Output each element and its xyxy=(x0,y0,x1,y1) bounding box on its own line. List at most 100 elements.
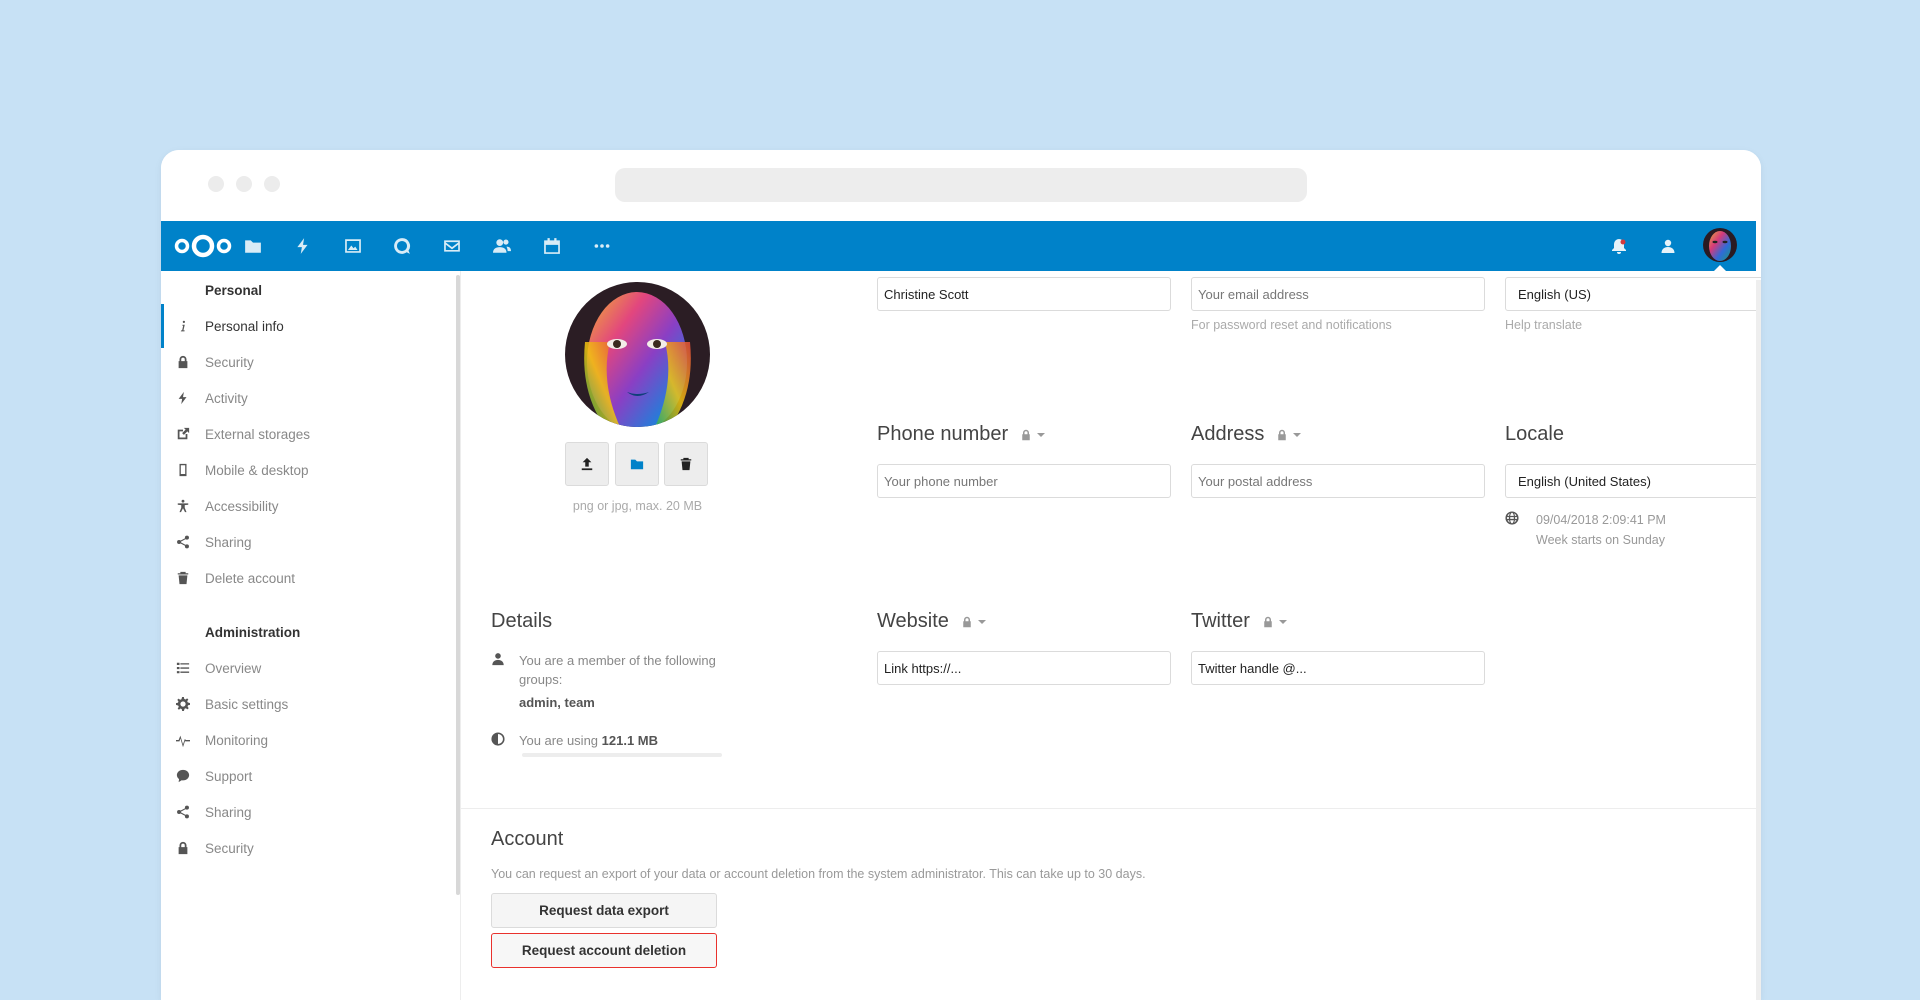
lock-icon xyxy=(1278,429,1287,440)
user-avatar[interactable] xyxy=(1703,228,1737,262)
sidebar-heading-personal: Personal xyxy=(205,283,263,298)
locale-info: 09/04/2018 2:09:41 PM Week starts on Sun… xyxy=(1505,510,1666,550)
globe-icon xyxy=(1505,511,1519,525)
window-maximize-dot[interactable] xyxy=(264,176,280,192)
contacts-icon[interactable] xyxy=(490,234,514,258)
support-icon xyxy=(161,769,205,783)
picture-hint: png or jpg, max. 20 MB xyxy=(572,499,703,513)
window-minimize-dot[interactable] xyxy=(236,176,252,192)
request-data-export-button[interactable]: Request data export xyxy=(491,893,717,928)
lock-icon xyxy=(161,355,205,369)
chevron-down-icon xyxy=(1037,432,1046,437)
locale-value: English (United States) xyxy=(1518,473,1651,489)
sidebar-item-admin-security[interactable]: Security xyxy=(161,826,455,870)
phone-label-text: Phone number xyxy=(877,423,1009,445)
talk-icon[interactable] xyxy=(390,234,414,258)
account-description: You can request an export of your data o… xyxy=(491,867,1146,881)
twitter-field[interactable]: Twitter handle @... xyxy=(1191,651,1485,685)
request-account-deletion-button[interactable]: Request account deletion xyxy=(491,933,717,968)
chevron-down-icon xyxy=(1278,619,1287,624)
info-icon xyxy=(161,319,205,333)
quota-bar xyxy=(522,753,722,757)
sidebar-item-label: Security xyxy=(205,840,254,856)
phone-icon xyxy=(161,463,205,477)
sidebar-item-label: Mobile & desktop xyxy=(205,462,309,478)
url-bar[interactable] xyxy=(615,168,1307,202)
groups-text: You are a member of the following groups… xyxy=(519,653,716,687)
remove-picture-button[interactable] xyxy=(664,442,708,486)
website-visibility-menu[interactable] xyxy=(961,616,986,628)
content-scrollbar[interactable] xyxy=(1756,280,1761,1000)
top-navigation-bar xyxy=(161,221,1756,272)
more-apps-icon[interactable] xyxy=(590,234,614,258)
groups-info: You are a member of the following groups… xyxy=(491,651,731,712)
share-icon xyxy=(161,805,205,819)
notifications-icon[interactable] xyxy=(1607,234,1631,258)
lock-icon xyxy=(1022,429,1030,440)
full-name-field[interactable]: Christine Scott xyxy=(877,277,1171,311)
lock-icon xyxy=(161,841,205,855)
sidebar-item-label: Accessibility xyxy=(205,498,279,514)
files-icon[interactable] xyxy=(241,234,265,258)
sidebar-heading-administration: Administration xyxy=(205,625,301,640)
upload-picture-button[interactable] xyxy=(565,442,609,486)
address-field[interactable]: Your postal address xyxy=(1191,464,1485,498)
activity-icon xyxy=(161,391,205,405)
settings-sidebar: Personal Personal info Security Activity… xyxy=(161,271,461,1000)
locale-select[interactable]: English (United States) xyxy=(1505,464,1761,498)
address-label: Address xyxy=(1191,423,1302,446)
sidebar-item-label: Security xyxy=(205,354,254,370)
locale-week-start: Week starts on Sunday xyxy=(1536,533,1666,547)
groups-value: admin, team xyxy=(519,695,595,710)
sidebar-item-label: External storages xyxy=(205,426,311,442)
usage-info: You are using 121.1 MB xyxy=(491,731,658,750)
address-visibility-menu[interactable] xyxy=(1276,429,1302,441)
mail-icon[interactable] xyxy=(440,234,464,258)
email-field[interactable]: Your email address xyxy=(1191,277,1485,311)
sidebar-item-label: Sharing xyxy=(205,804,252,820)
phone-field[interactable]: Your phone number xyxy=(877,464,1171,498)
monitoring-icon xyxy=(161,733,205,747)
quota-icon xyxy=(491,732,505,746)
accessibility-icon xyxy=(161,499,205,513)
section-divider xyxy=(461,808,1756,809)
user-icon xyxy=(492,653,504,666)
usage-value: 121.1 MB xyxy=(601,733,659,748)
sidebar-item-label: Delete account xyxy=(205,570,296,586)
help-translate-link[interactable]: Help translate xyxy=(1505,318,1582,332)
contacts-menu-icon[interactable] xyxy=(1656,234,1680,258)
sidebar-scrollbar[interactable] xyxy=(456,275,460,895)
folder-icon xyxy=(630,459,644,470)
chevron-down-icon xyxy=(977,619,986,624)
trash-icon xyxy=(680,457,692,471)
window-close-dot[interactable] xyxy=(208,176,224,192)
sidebar-item-label: Personal info xyxy=(205,318,284,334)
website-field[interactable]: Link https://... xyxy=(877,651,1171,685)
usage-prefix: You are using xyxy=(519,733,602,748)
gallery-icon[interactable] xyxy=(341,234,365,258)
browser-titlebar xyxy=(161,150,1761,221)
language-select[interactable]: English (US) xyxy=(1505,277,1761,311)
website-label-text: Website xyxy=(877,610,949,632)
address-label-text: Address xyxy=(1191,423,1265,445)
phone-label: Phone number xyxy=(877,423,1046,446)
calendar-icon[interactable] xyxy=(540,234,564,258)
activity-icon[interactable] xyxy=(291,234,315,258)
external-icon xyxy=(161,427,205,441)
trash-icon xyxy=(161,571,205,585)
sidebar-item-label: Activity xyxy=(205,390,248,406)
language-value: English (US) xyxy=(1518,286,1591,302)
phone-visibility-menu[interactable] xyxy=(1020,429,1046,441)
account-title: Account xyxy=(491,828,564,850)
personal-info-content: png or jpg, max. 20 MB Christine Scott Y… xyxy=(461,271,1761,1000)
lock-icon xyxy=(963,616,971,627)
details-label: Details xyxy=(491,610,553,632)
nextcloud-logo[interactable] xyxy=(172,233,234,259)
sidebar-item-delete-account[interactable]: Delete account xyxy=(161,556,455,600)
choose-from-files-button[interactable] xyxy=(615,442,659,486)
gear-icon xyxy=(161,697,205,711)
locale-time: 09/04/2018 2:09:41 PM xyxy=(1536,513,1666,527)
twitter-visibility-menu[interactable] xyxy=(1262,616,1287,628)
locale-label: Locale xyxy=(1505,423,1564,445)
twitter-label-text: Twitter xyxy=(1191,610,1250,632)
